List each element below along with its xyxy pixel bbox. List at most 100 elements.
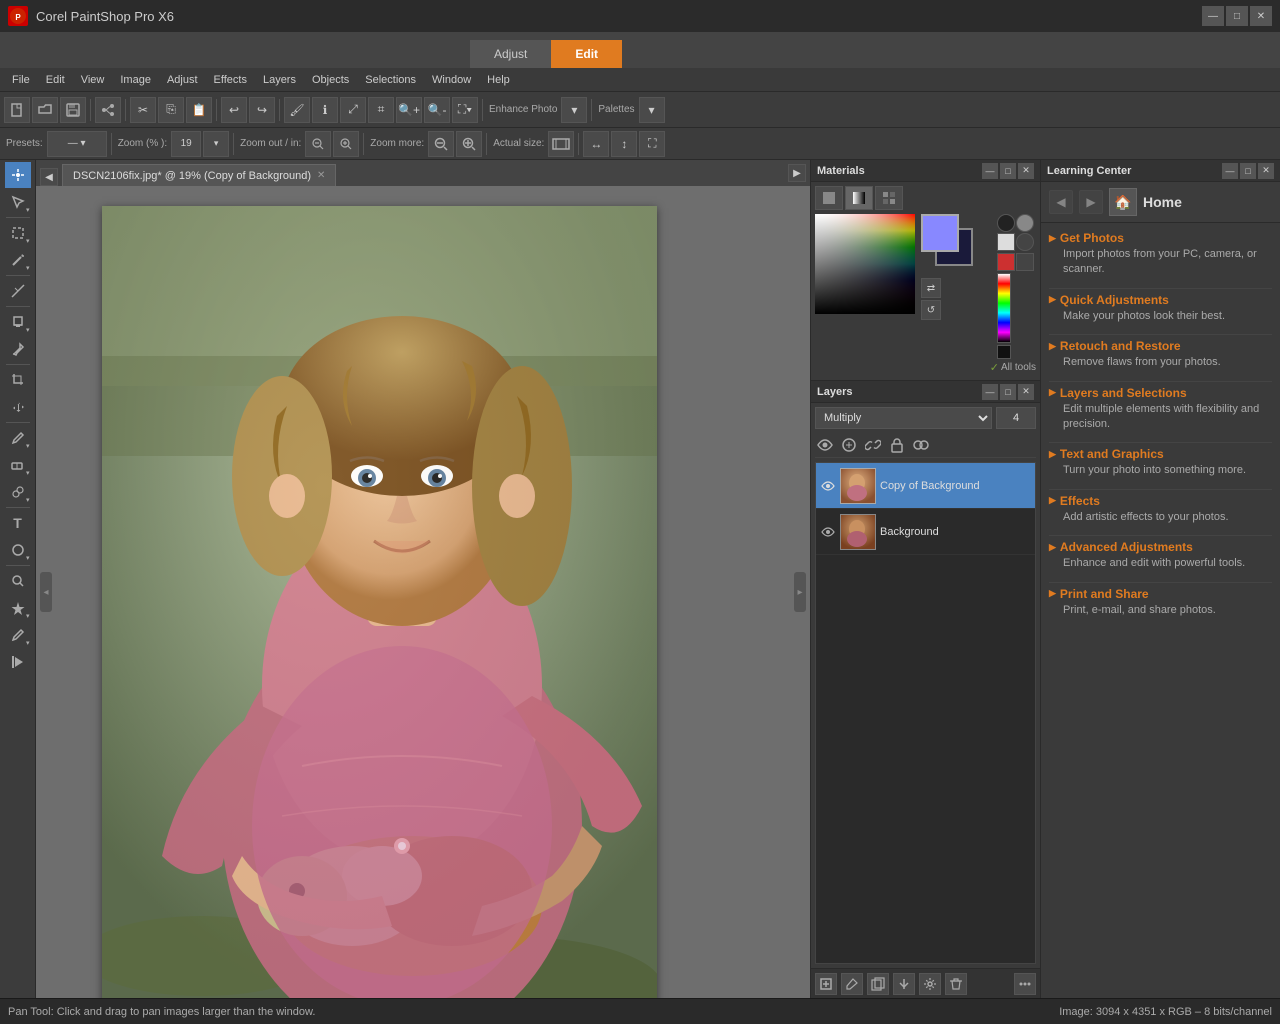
share-button[interactable] [95, 97, 121, 123]
freehand-select[interactable]: ▾ [5, 220, 31, 246]
learning-home-btn[interactable]: 🏠 [1109, 188, 1137, 216]
menu-image[interactable]: Image [112, 72, 159, 88]
layer-visibility-icon[interactable] [815, 435, 835, 455]
swatch-black-circle[interactable] [997, 214, 1015, 232]
text-tool[interactable]: T [5, 510, 31, 536]
paste-button[interactable]: 📋 [186, 97, 212, 123]
layer-link-icon[interactable] [863, 435, 883, 455]
menu-objects[interactable]: Objects [304, 72, 357, 88]
layer-delete-btn[interactable] [945, 973, 967, 995]
blend-mode-select[interactable]: Multiply Normal Screen Overlay [815, 407, 992, 429]
learning-close[interactable]: ✕ [1258, 163, 1274, 179]
paint-brush[interactable]: ▾ [5, 425, 31, 451]
dropper-tool[interactable] [5, 336, 31, 362]
menu-file[interactable]: File [4, 72, 38, 88]
learning-maximize[interactable]: □ [1240, 163, 1256, 179]
fill-tool[interactable] [5, 649, 31, 675]
straighten-tool[interactable] [5, 278, 31, 304]
materials-maximize[interactable]: □ [1000, 163, 1016, 179]
layer-background[interactable]: Background [816, 509, 1035, 555]
fit-height[interactable]: ↕ [611, 131, 637, 157]
zoom-out-big[interactable] [428, 131, 454, 157]
preset-selector[interactable]: — ▾ [47, 131, 107, 157]
enhance-dropdown[interactable]: ▾ [561, 97, 587, 123]
minimize-button[interactable]: — [1202, 6, 1224, 26]
layer-merge-btn[interactable] [893, 973, 915, 995]
resize-button[interactable]: ⤢ [340, 97, 366, 123]
learn-item-print-share[interactable]: Print and Share Print, e-mail, and share… [1049, 587, 1272, 618]
layer-add-btn[interactable] [815, 973, 837, 995]
foreground-color-swatch[interactable] [921, 214, 959, 252]
pan-tool[interactable] [5, 162, 31, 188]
learning-back-btn[interactable]: ◀ [1049, 190, 1073, 214]
magic-wand[interactable]: ▾ [5, 247, 31, 273]
swatch-grey-circle[interactable] [1016, 214, 1034, 232]
clone-brush[interactable]: ▾ [5, 479, 31, 505]
canvas-tab-main[interactable]: DSCN2106fix.jpg* @ 19% (Copy of Backgrou… [62, 164, 336, 186]
swap-colors-btn[interactable]: ⇄ [921, 278, 941, 298]
layers-minimize[interactable]: — [982, 384, 998, 400]
fit-window[interactable]: ⛶ [639, 131, 665, 157]
layer-blend-icon[interactable] [911, 435, 931, 455]
swatch-white-circle[interactable] [997, 233, 1015, 251]
info-button[interactable]: ℹ [312, 97, 338, 123]
crop-button[interactable]: ⌗ [368, 97, 394, 123]
swatch-r2[interactable] [1016, 253, 1034, 271]
maximize-button[interactable]: □ [1226, 6, 1248, 26]
zoom-tool[interactable] [5, 568, 31, 594]
spectrum-bar[interactable] [997, 273, 1011, 343]
zoom-in-button[interactable]: 🔍+ [396, 97, 422, 123]
paint-bucket[interactable]: ▾ [5, 309, 31, 335]
adjust-tab[interactable]: Adjust [470, 40, 551, 68]
image-canvas[interactable]: ◂ ▸ [36, 186, 810, 998]
undo-button[interactable]: ↩ [221, 97, 247, 123]
materials-minimize[interactable]: — [982, 163, 998, 179]
zoom-in-big[interactable] [456, 131, 482, 157]
copy-button[interactable]: ⎘ [158, 97, 184, 123]
canvas-tab-close[interactable]: ✕ [317, 170, 325, 181]
zoom-value-box[interactable]: 19 [171, 131, 201, 157]
layer-2-visibility[interactable] [820, 524, 836, 540]
layer-1-visibility[interactable] [820, 478, 836, 494]
swatch-r1[interactable] [997, 253, 1015, 271]
layer-mask-icon[interactable] [839, 435, 859, 455]
menu-effects[interactable]: Effects [206, 72, 255, 88]
layer-copy-btn[interactable] [867, 973, 889, 995]
reset-colors-btn[interactable]: ↺ [921, 300, 941, 320]
menu-layers[interactable]: Layers [255, 72, 304, 88]
open-button[interactable] [32, 97, 58, 123]
layer-settings-btn[interactable] [919, 973, 941, 995]
zoom-value-dropdown[interactable]: ▾ [203, 131, 229, 157]
shapes-tool[interactable]: ▾ [5, 537, 31, 563]
layer-lock-icon[interactable] [887, 435, 907, 455]
color-changer[interactable]: ▾ [5, 595, 31, 621]
layer-extra-btn[interactable] [1014, 973, 1036, 995]
materials-close[interactable]: ✕ [1018, 163, 1034, 179]
eraser-tool[interactable]: ▾ [5, 452, 31, 478]
layer-brush-btn[interactable] [841, 973, 863, 995]
opacity-input[interactable] [996, 407, 1036, 429]
zoom-in-small[interactable] [333, 131, 359, 157]
menu-selections[interactable]: Selections [357, 72, 424, 88]
layers-close[interactable]: ✕ [1018, 384, 1034, 400]
prev-canvas-btn[interactable]: ◀ [40, 168, 58, 186]
mat-tab-gradient[interactable] [845, 186, 873, 210]
black-swatch[interactable] [997, 345, 1011, 359]
learn-item-retouch[interactable]: Retouch and Restore Remove flaws from yo… [1049, 339, 1272, 370]
pen-tool[interactable]: ▾ [5, 622, 31, 648]
menu-adjust[interactable]: Adjust [159, 72, 206, 88]
menu-view[interactable]: View [73, 72, 113, 88]
learn-item-advanced-adj[interactable]: Advanced Adjustments Enhance and edit wi… [1049, 540, 1272, 571]
actual-size-button[interactable] [548, 131, 574, 157]
new-button[interactable] [4, 97, 30, 123]
learn-item-layers-selections[interactable]: Layers and Selections Edit multiple elem… [1049, 386, 1272, 433]
learning-minimize[interactable]: — [1222, 163, 1238, 179]
cut-button[interactable]: ✂ [130, 97, 156, 123]
layer-copy-of-background[interactable]: Copy of Background [816, 463, 1035, 509]
layers-maximize[interactable]: □ [1000, 384, 1016, 400]
brush-button[interactable]: 🖌 [284, 97, 310, 123]
menu-help[interactable]: Help [479, 72, 518, 88]
crop-tool[interactable] [5, 367, 31, 393]
zoom-out-button[interactable]: 🔍- [424, 97, 450, 123]
color-picker[interactable] [815, 214, 915, 314]
